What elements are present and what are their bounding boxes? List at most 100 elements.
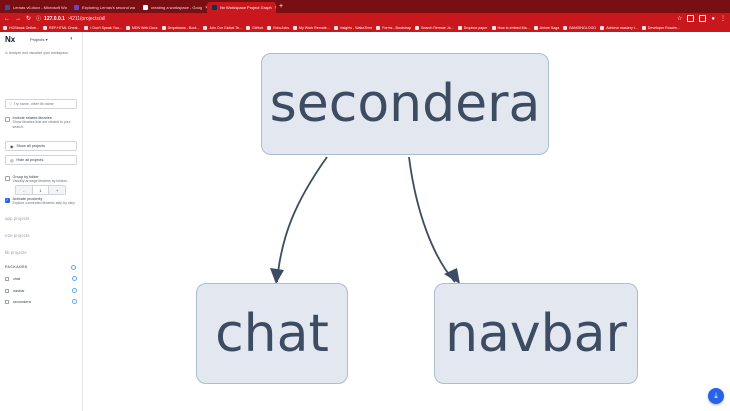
browser-tab[interactable]: Exploring Lernas's second wa × (69, 2, 138, 13)
include-related-checkbox[interactable] (5, 117, 10, 122)
bookmark-icon (3, 26, 7, 30)
bookmark-icon (533, 26, 538, 30)
bookmark-item[interactable]: BANGINGLOGO (563, 26, 596, 30)
packages-eye-icon[interactable] (71, 265, 76, 270)
bookmark-item[interactable]: GitHub (246, 26, 263, 30)
filter-icon: ▽ (9, 102, 12, 106)
bookmark-icon (125, 26, 130, 30)
sidebar-icon[interactable] (699, 15, 707, 22)
bookmark-item[interactable]: EchoJobs (267, 26, 289, 30)
profile-icon[interactable]: ● (711, 16, 715, 22)
group-e2e-projects: e2e projects (5, 233, 30, 238)
browser-tab[interactable]: Lernas v6.docx - Microsoft Wo × (0, 2, 69, 13)
projects-select[interactable]: Projects ▾ (30, 37, 48, 42)
bookmark-item[interactable]: Anime Saga (533, 26, 559, 30)
theme-icon[interactable]: ◐ (70, 36, 74, 42)
filter-input[interactable] (13, 102, 69, 106)
activate-proximity-row: ✓ Activate proximity Explore connected l… (5, 197, 81, 206)
bookmark-icon (203, 26, 208, 30)
back-icon[interactable]: ← (4, 16, 10, 22)
bookmark-item[interactable]: Join Our Global Te... (203, 26, 242, 30)
package-label: chat (13, 276, 21, 281)
projects-select-label: Projects (30, 37, 45, 42)
package-item[interactable]: chat (5, 276, 77, 281)
bookmark-item[interactable]: Dropbox paper (457, 26, 488, 30)
bookmark-item[interactable]: Forms - Bootstrap (376, 26, 411, 30)
package-item[interactable]: navbar (5, 288, 77, 293)
decrement-button[interactable]: - (16, 186, 32, 194)
bookmark-item[interactable]: My Work Remote... (293, 26, 330, 30)
bookmark-item[interactable]: REF:HTML Cheat... (42, 26, 81, 30)
menu-icon[interactable]: ⋮ (720, 15, 726, 22)
browser-tab-bar: Lernas v6.docx - Microsoft Wo × Explorin… (0, 0, 730, 13)
tab-title: Nx Workspace Project Graph (220, 5, 272, 10)
show-all-button[interactable]: ◉ Show all projects (5, 141, 77, 151)
package-label: navbar (13, 288, 25, 293)
graph-node-navbar[interactable]: navbar (434, 283, 638, 384)
folder-icon (5, 288, 9, 293)
bookmark-item[interactable]: I Don't Speak You... (84, 26, 122, 30)
folder-icon (5, 276, 9, 281)
page-icon (74, 5, 79, 10)
graph-canvas[interactable]: secondera chat navbar (83, 32, 730, 411)
bookmark-label: REF:HTML Cheat... (48, 26, 81, 30)
bookmark-label: Insights - WakaTime (339, 26, 373, 30)
bookmarks-bar: HOSbook Online... REF:HTML Cheat... I Don'… (0, 24, 730, 32)
download-button[interactable]: ⤓ (708, 388, 724, 404)
activate-proximity-desc: Explore connected libraries step by step… (12, 201, 76, 205)
hide-all-button[interactable]: ◎ Hide all projects (5, 155, 77, 165)
extension-icon[interactable] (687, 15, 695, 22)
browser-tab[interactable]: creating a workspace - Goog × (138, 2, 207, 13)
close-icon[interactable]: × (275, 5, 276, 11)
nx-logo: Nx (5, 35, 16, 44)
packages-title: PACKAGES (5, 265, 28, 269)
bookmark-icon (161, 26, 166, 30)
tab-title: Exploring Lernas's second wa (82, 5, 136, 10)
address-bar[interactable]: ⓘ 127.0.0.1:4211/projects/all (36, 15, 105, 23)
bookmark-item[interactable]: Dropdowns - Boot... (161, 26, 199, 30)
group-by-folder-checkbox[interactable] (5, 176, 10, 181)
proximity-stepper: - 1 + (15, 185, 66, 195)
activate-proximity-checkbox[interactable]: ✓ (5, 198, 10, 203)
bookmark-item[interactable]: Search Remote Jo... (414, 26, 454, 30)
bookmark-label: Forms - Bootstrap (382, 26, 411, 30)
show-all-label: Show all projects (16, 144, 46, 148)
include-related-desc: Show libraries that are related to your … (12, 120, 71, 129)
bookmark-item[interactable]: MDN Web Docs (125, 26, 158, 30)
browser-toolbar: ← → ↻ ⓘ 127.0.0.1:4211/projects/all ☆ ● … (0, 13, 730, 24)
package-item[interactable]: secondera (5, 299, 77, 304)
bookmark-icon (293, 26, 298, 30)
reload-icon[interactable]: ↻ (26, 15, 31, 22)
forward-icon[interactable]: → (15, 16, 21, 22)
eye-icon[interactable] (72, 276, 77, 281)
graph-node-secondera[interactable]: secondera (261, 53, 549, 155)
bookmark-item[interactable]: How to embed Ma... (491, 26, 530, 30)
bookmark-item[interactable]: Insights - WakaTime (333, 26, 373, 30)
graph-node-chat[interactable]: chat (196, 283, 348, 384)
eye-icon: ◉ (10, 144, 14, 149)
bookmark-item[interactable]: Achieve mastery t... (600, 26, 638, 30)
bookmark-item[interactable]: Developer Roadm... (641, 26, 680, 30)
hide-all-label: Hide all projects (16, 158, 44, 162)
star-icon[interactable]: ☆ (677, 15, 682, 22)
increment-button[interactable]: + (49, 186, 66, 194)
bookmark-label: Achieve mastery t... (606, 26, 638, 30)
eye-icon[interactable] (72, 299, 77, 304)
bookmark-item[interactable]: HOSbook Online... (3, 26, 39, 30)
bookmark-icon (414, 26, 419, 30)
browser-tab-active[interactable]: Nx Workspace Project Graph × (207, 2, 276, 13)
include-related-row: Include related libraries Show libraries… (5, 116, 81, 129)
proximity-value[interactable]: 1 (31, 186, 50, 194)
bookmark-label: Developer Roadm... (647, 26, 680, 30)
group-app-projects: app projects (5, 216, 30, 221)
url-host: 127.0.0.1 (44, 15, 65, 22)
bookmark-icon (376, 26, 381, 30)
download-icon: ⤓ (714, 391, 718, 400)
filter-input-wrapper: ▽ (5, 99, 77, 109)
new-tab-button[interactable]: + (279, 3, 283, 10)
tab-title: creating a workspace - Goog (151, 5, 203, 10)
eye-icon[interactable] (72, 288, 77, 293)
bookmark-label: EchoJobs (273, 26, 290, 30)
bookmark-icon (333, 26, 338, 30)
bookmark-icon (600, 26, 605, 30)
